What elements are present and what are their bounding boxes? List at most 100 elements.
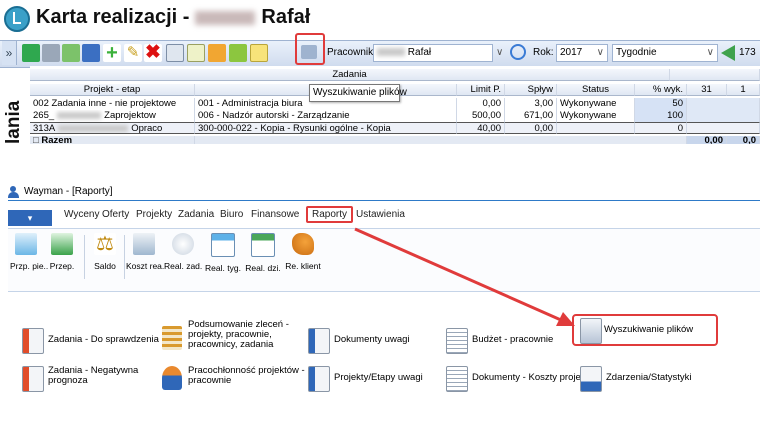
export-excel-icon[interactable] (62, 44, 80, 62)
menu-wyceny[interactable]: Wyceny (64, 209, 99, 220)
title-divider (8, 200, 760, 201)
pencil-icon[interactable]: ✎ (124, 44, 142, 62)
menu-finansowe[interactable]: Finansowe (251, 209, 299, 220)
table-cell-limit[interactable]: 40,00 (457, 122, 505, 134)
menu-bar: Wyceny Oferty Projekty Zadania Biuro Fin… (8, 204, 760, 226)
projekt-name: Opraco (131, 123, 163, 134)
tile-label-line2: pracownie (188, 375, 232, 386)
table-cell-projekt[interactable]: 265_ Zaprojektow (30, 110, 195, 122)
menu-ustawienia[interactable]: Ustawienia (356, 209, 405, 220)
menu-raporty[interactable]: Raporty (306, 206, 354, 223)
period-select[interactable]: Tygodnie ∨ (612, 44, 718, 62)
tile-dokumenty-koszty[interactable]: Dokumenty - Koszty projektów (446, 364, 600, 392)
column-header-1[interactable]: 1 (727, 84, 760, 96)
rok-select[interactable]: 2017 ∨ (556, 44, 608, 62)
chevron-down-icon[interactable]: ∨ (496, 47, 503, 58)
tile-pracochlonnosc[interactable]: Pracochłonność projektów - pracownie (162, 364, 305, 392)
client-handshake-icon (292, 233, 314, 255)
tile-podsumowanie-zlecen[interactable]: Podsumowanie zleceń - projekty, pracowni… (162, 318, 302, 354)
arrow-left-icon[interactable] (721, 45, 735, 61)
ribbon-koszt-rea[interactable]: Koszt rea. (126, 233, 165, 271)
mail-icon[interactable] (166, 44, 184, 62)
table-cell-limit[interactable]: 0,00 (457, 98, 505, 110)
calendar-icon[interactable] (187, 44, 205, 62)
table-cell-week[interactable] (687, 98, 760, 110)
tile-budzet-pracownie[interactable]: Budżet - pracownie (446, 326, 566, 354)
projekt-number: 265_ (33, 110, 55, 121)
ribbon-label: Koszt rea. (126, 261, 165, 271)
ribbon-przep[interactable]: Przep. (46, 233, 78, 271)
table-cell-splyw[interactable]: 0,00 (505, 122, 557, 134)
edit-form-icon[interactable] (82, 44, 100, 62)
search-files-button[interactable] (295, 33, 325, 65)
table-cell-wyk[interactable]: 100 (635, 110, 687, 122)
table-cell-projekt[interactable]: 002 Zadania inne - nie projektowe (30, 98, 195, 110)
report-checklist-icon (22, 328, 44, 354)
ribbon-real-tyg[interactable]: Real. tyg. (204, 233, 242, 273)
report-warning-icon (22, 366, 44, 392)
table-cell-status[interactable]: Wykonywane (557, 110, 635, 122)
table-cell-wyk[interactable]: 0 (635, 122, 687, 134)
tasks-grid: Zadania Projekt - etap Z Limit P. Spływ … (30, 66, 760, 150)
pracownik-value: Rafał (407, 47, 432, 58)
column-header-projekt[interactable]: Projekt - etap (30, 84, 195, 96)
table-cell-splyw[interactable]: 671,00 (505, 110, 557, 122)
table-cell-wyk[interactable]: 50 (635, 98, 687, 110)
side-tab-label[interactable]: lania (0, 98, 30, 150)
table-cell-splyw[interactable]: 3,00 (505, 98, 557, 110)
checkbox-orange-icon[interactable] (208, 44, 226, 62)
stack-icon (162, 326, 182, 350)
menu-biuro[interactable]: Biuro (220, 209, 243, 220)
ribbon-separator (124, 235, 125, 279)
document-report-icon (308, 328, 330, 354)
chevron-down-icon: ∨ (706, 47, 714, 58)
ribbon-przp-pie[interactable]: Przp. pie.. (10, 233, 48, 271)
scales-icon: ⚖ (94, 233, 116, 255)
save-icon[interactable] (22, 44, 40, 62)
add-icon[interactable]: + (103, 43, 121, 63)
table-cell-status[interactable] (557, 122, 635, 134)
menu-zadania[interactable]: Zadania (178, 209, 214, 220)
search-icon[interactable] (510, 44, 526, 60)
table-cell-limit[interactable]: 500,00 (457, 110, 505, 122)
table-cell-zadanie[interactable]: 300-000-022 - Kopia - Rysunki ogólne - K… (195, 122, 457, 134)
tile-wyszukiwanie-plikow[interactable]: Wyszukiwanie plików (572, 314, 718, 346)
print-icon[interactable] (42, 44, 60, 62)
ribbon-label: Przep. (49, 261, 75, 271)
table-cell-week[interactable] (687, 110, 760, 122)
clock-icon (172, 233, 194, 255)
tile-dokumenty-uwagi[interactable]: Dokumenty uwagi (308, 326, 438, 354)
total-week-1: 0,0 (727, 136, 760, 144)
top-panel: Karta realizacji - Rafał » + ✎ ✖ Pracowni… (0, 0, 760, 150)
pracownik-select[interactable]: Rafał (373, 44, 493, 62)
toolbar: » + ✎ ✖ Pracownik: Rafał ∨ Rok: 2017 ∨ Ty… (0, 33, 760, 68)
tile-zadania-negatywna-prognoza[interactable]: Zadania - Negatywna prognoza (22, 364, 152, 392)
table-cell-week[interactable] (687, 122, 760, 134)
expand-toolbar-button[interactable]: » (2, 41, 17, 65)
ribbon-real-dzi[interactable]: Real. dzi. (244, 233, 282, 273)
column-header-limit[interactable]: Limit P. (457, 84, 505, 96)
ribbon-real-zad[interactable]: Real. zad. (164, 233, 202, 271)
table-cell-zadanie[interactable]: 006 - Nadzór autorski - Zarządzanie (195, 110, 457, 122)
ribbon-saldo[interactable]: ⚖ Saldo (90, 233, 120, 271)
search-files-icon (301, 45, 317, 59)
table-cell-projekt[interactable]: 313A Opraco (30, 122, 195, 134)
menu-oferty[interactable]: Oferty (102, 209, 129, 220)
tile-projekty-etapy-uwagi[interactable]: Projekty/Etapy uwagi (308, 364, 438, 392)
column-header-status[interactable]: Status (557, 84, 635, 96)
group-header: Zadania (30, 69, 670, 81)
column-header-splyw[interactable]: Spływ (505, 84, 557, 96)
column-header-wyk[interactable]: % wyk. (635, 84, 687, 96)
chart-icon (15, 233, 37, 255)
tile-zdarzenia-statystyki[interactable]: Zdarzenia/Statystyki (580, 364, 700, 392)
delete-icon[interactable]: ✖ (144, 43, 162, 62)
tile-zadania-do-sprawdzenia[interactable]: Zadania - Do sprawdzenia (22, 326, 159, 354)
table-cell-status[interactable]: Wykonywane (557, 98, 635, 110)
document-icon[interactable] (250, 44, 268, 62)
ribbon-re-klient[interactable]: Re. klient (284, 233, 322, 271)
group-header-empty (670, 69, 760, 81)
menu-projekty[interactable]: Projekty (136, 209, 172, 220)
ribbon: Przp. pie.. Przep. ⚖ Saldo Koszt rea. Rea… (8, 228, 760, 292)
checkbox-green-icon[interactable] (229, 44, 247, 62)
column-header-31[interactable]: 31 (687, 84, 727, 96)
